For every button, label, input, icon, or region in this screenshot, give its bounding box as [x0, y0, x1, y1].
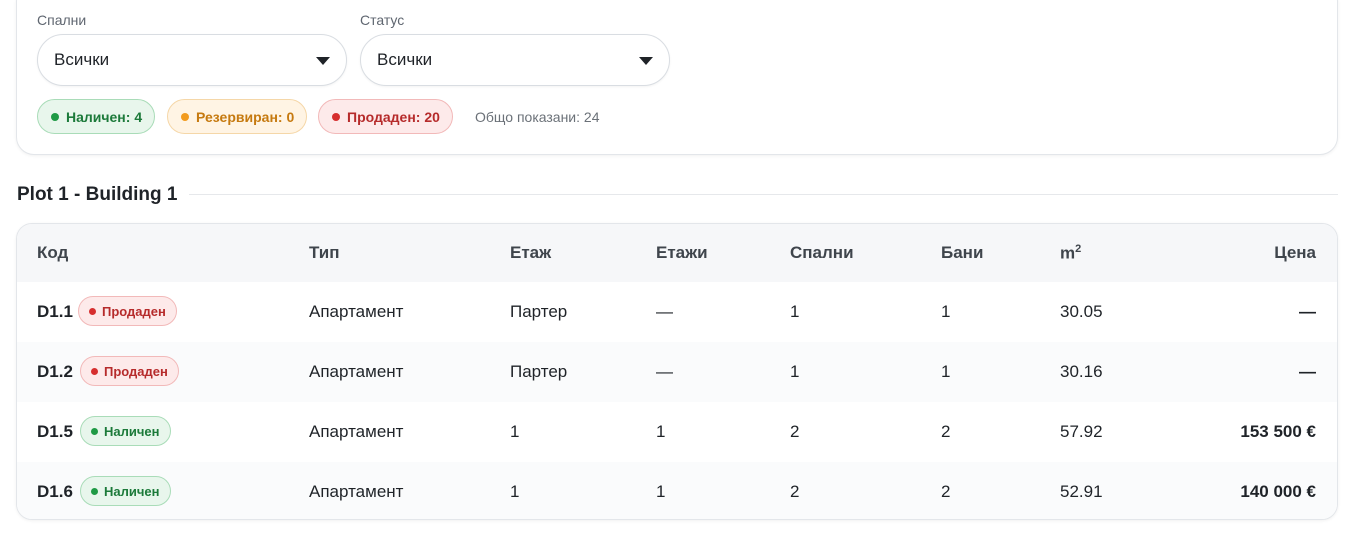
table-header: Код Тип Етаж Етажи Спални Бани m2 Цена: [17, 224, 1337, 282]
unit-baths: 2: [941, 422, 951, 441]
unit-floor: Партер: [510, 302, 568, 321]
status-select[interactable]: Всички: [360, 34, 670, 86]
unit-type: Апартамент: [309, 362, 404, 381]
unit-baths: 1: [941, 362, 951, 381]
unit-floor: 1: [510, 422, 520, 441]
header-baths: Бани: [941, 243, 984, 262]
unit-floor: Партер: [510, 362, 568, 381]
dot-icon: [91, 487, 98, 495]
bedrooms-select[interactable]: Всички: [37, 34, 347, 86]
unit-area: 30.16: [1060, 362, 1103, 381]
unit-price: —: [1299, 302, 1316, 321]
unit-type: Апартамент: [309, 302, 404, 321]
unit-type: Апартамент: [309, 422, 404, 441]
bedrooms-select-value: Всички: [54, 50, 110, 69]
status-filter-label: Статус: [360, 12, 405, 28]
header-price: Цена: [1274, 243, 1316, 262]
section-title: Plot 1 - Building 1: [17, 184, 178, 205]
status-select-value: Всички: [377, 50, 433, 69]
status-badge: Продаден: [80, 356, 179, 386]
unit-bedrooms: 2: [790, 422, 800, 441]
header-bedrooms: Спални: [790, 243, 854, 262]
unit-price: 153 500 €: [1240, 422, 1316, 441]
status-badge: Наличен: [80, 416, 171, 446]
table-row[interactable]: D1.2 Продаден Апартамент Партер — 1 1 30…: [17, 342, 1337, 402]
unit-floors: —: [656, 362, 673, 381]
reserved-count-label: Резервиран: 0: [196, 108, 295, 125]
unit-floors: —: [656, 302, 673, 321]
unit-code: D1.1: [37, 302, 73, 321]
status-badge: Продаден: [78, 296, 177, 326]
dot-icon: [89, 307, 96, 315]
unit-bedrooms: 1: [790, 362, 800, 381]
unit-area: 57.92: [1060, 422, 1103, 441]
table-row[interactable]: D1.1 Продаден Апартамент Партер — 1 1 30…: [17, 282, 1337, 342]
unit-baths: 2: [941, 482, 951, 501]
unit-bedrooms: 1: [790, 302, 800, 321]
header-type: Тип: [309, 243, 340, 262]
sold-count-pill[interactable]: Продаден: 20: [318, 99, 453, 134]
table-row[interactable]: D1.5 Наличен Апартамент 1 1 2 2 57.92 15…: [17, 402, 1337, 462]
unit-floor: 1: [510, 482, 520, 501]
sold-count-label: Продаден: 20: [347, 108, 440, 125]
header-area: m2: [1060, 243, 1082, 263]
bedrooms-filter-label: Спални: [37, 12, 87, 28]
header-floor: Етаж: [510, 243, 552, 262]
unit-area: 52.91: [1060, 482, 1103, 501]
status-badge: Наличен: [80, 476, 171, 506]
dot-icon: [51, 112, 59, 121]
unit-baths: 1: [941, 302, 951, 321]
dot-icon: [332, 112, 340, 121]
dot-icon: [91, 427, 98, 435]
unit-code: D1.6: [37, 482, 73, 501]
unit-code: D1.2: [37, 362, 73, 381]
unit-price: 140 000 €: [1240, 482, 1316, 501]
reserved-count-pill[interactable]: Резервиран: 0: [167, 99, 308, 134]
chevron-down-icon: [316, 57, 330, 65]
available-count-pill[interactable]: Наличен: 4: [37, 99, 156, 134]
available-count-label: Наличен: 4: [66, 108, 143, 125]
unit-bedrooms: 2: [790, 482, 800, 501]
unit-floors: 1: [656, 422, 666, 441]
unit-area: 30.05: [1060, 302, 1103, 321]
unit-type: Апартамент: [309, 482, 404, 501]
table-row[interactable]: D1.6 Наличен Апартамент 1 1 2 2 52.91 14…: [17, 462, 1337, 519]
header-floors: Етажи: [656, 243, 708, 262]
unit-floors: 1: [656, 482, 666, 501]
dot-icon: [181, 112, 189, 121]
unit-code: D1.5: [37, 422, 73, 441]
total-shown-text: Общо показани: 24: [475, 109, 600, 125]
chevron-down-icon: [639, 57, 653, 65]
unit-price: —: [1299, 362, 1316, 381]
dot-icon: [91, 367, 98, 375]
units-table: Код Тип Етаж Етажи Спални Бани m2 Цена D…: [16, 223, 1338, 520]
section-divider: [189, 194, 1338, 195]
header-code: Код: [37, 243, 69, 262]
